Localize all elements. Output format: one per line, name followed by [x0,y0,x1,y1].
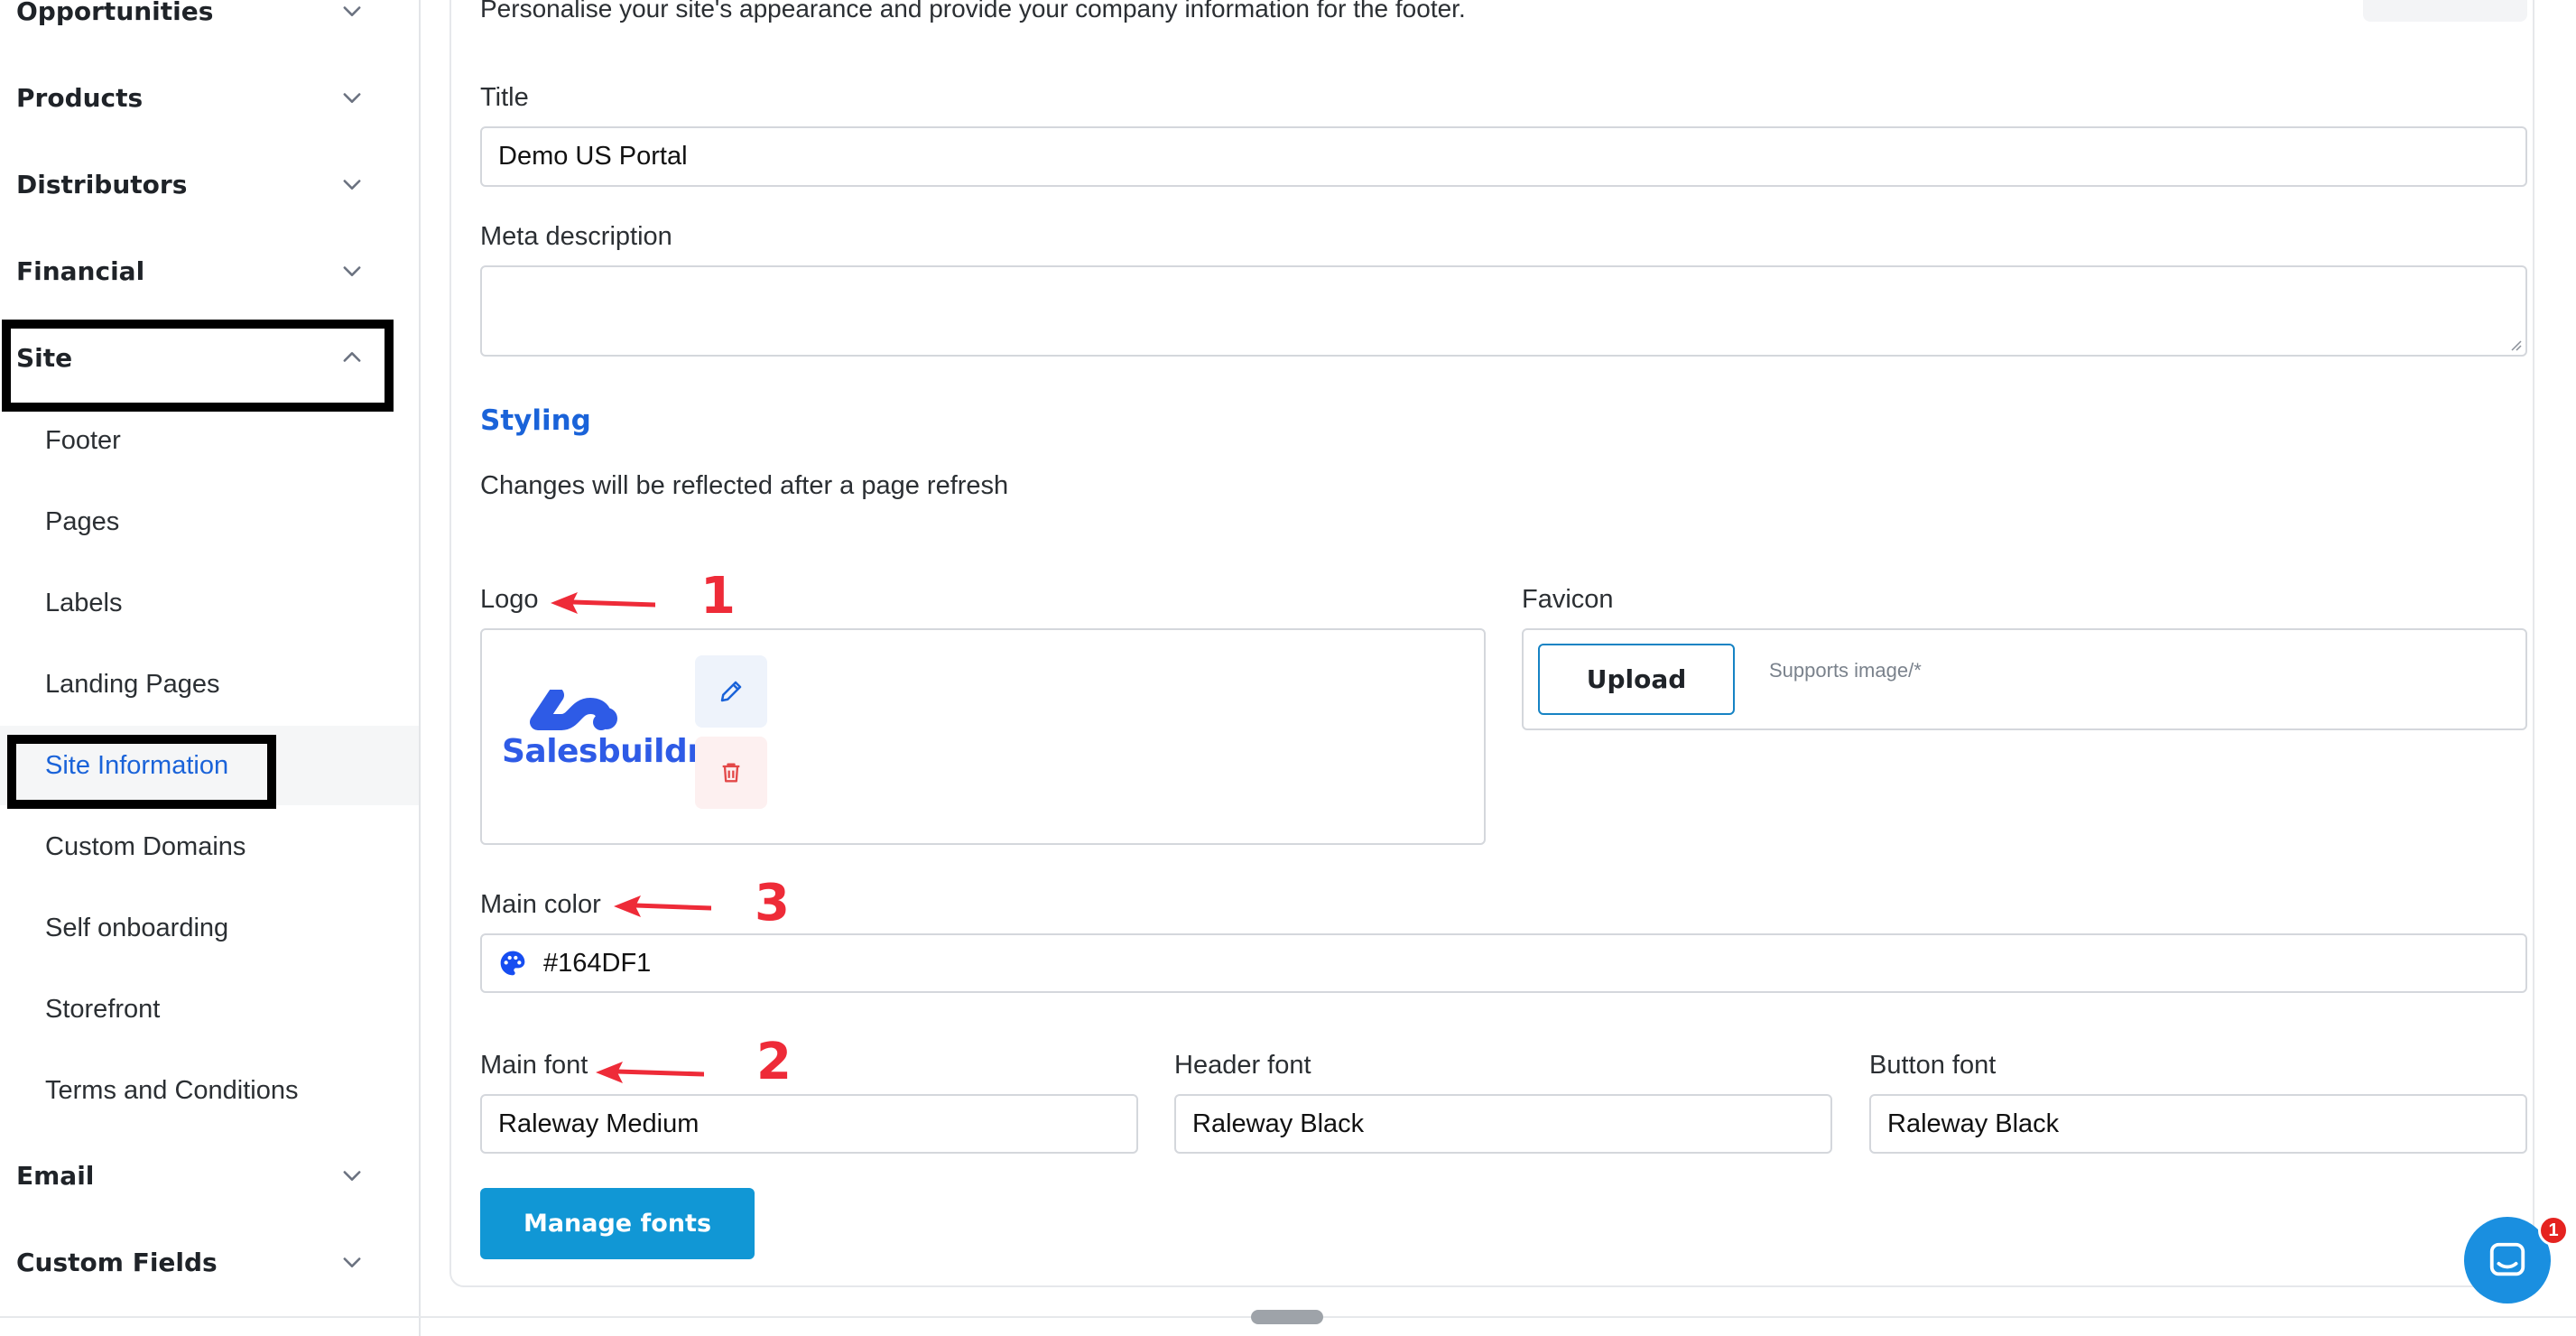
chat-notification-badge: 1 [2538,1215,2569,1246]
trash-icon [722,763,740,783]
favicon-label: Favicon [1522,585,1614,614]
meta-description-label: Meta description [480,222,672,251]
main-font-input[interactable]: Raleway Medium [480,1094,1138,1154]
sidebar-group-label: Distributors [16,169,188,199]
edit-logo-button[interactable] [695,655,767,728]
chevron-down-icon [343,6,361,16]
chevron-up-icon [343,352,361,362]
delete-logo-button[interactable] [695,737,767,809]
manage-fonts-button[interactable]: Manage fonts [480,1188,755,1259]
sidebar-group-opportunities[interactable]: Opportunities [0,0,397,40]
chevron-down-icon [343,1257,361,1267]
meta-description-input[interactable] [480,265,2527,357]
annotation-number-2: 2 [756,1033,792,1091]
title-input[interactable]: Demo US Portal [480,126,2527,187]
sidebar-group-label: Site [16,342,73,373]
annotation-arrow-icon [614,895,711,917]
sidebar-group-products[interactable]: Products [0,69,397,126]
chevron-down-icon [343,266,361,276]
main-color-value: #164DF1 [543,948,652,978]
button-font-input[interactable]: Raleway Black [1869,1094,2527,1154]
header-font-value: Raleway Black [1192,1109,1365,1138]
sidebar-item-label: Terms and Conditions [45,1075,299,1105]
main-font-value: Raleway Medium [498,1109,700,1138]
button-font-label: Button font [1869,1051,1997,1080]
annotation-number-3: 3 [755,874,790,932]
upload-favicon-button[interactable]: Upload [1538,644,1735,715]
page-intro: Personalise your site's appearance and p… [480,0,1466,23]
sidebar-item-label: Site Information [45,750,229,780]
sidebar-group-label: Financial [16,255,145,286]
main-font-label: Main font [480,1051,588,1080]
sidebar: Opportunities Products Distributors Fina… [0,0,421,1336]
sidebar-item-terms-and-conditions[interactable]: Terms and Conditions [0,1051,419,1130]
favicon-supports-text: Supports image/* [1769,659,1922,682]
sidebar-group-label: Opportunities [16,0,214,26]
chevron-down-icon [343,1171,361,1181]
logo-label: Logo [480,585,539,614]
sidebar-item-label: Self onboarding [45,913,229,942]
chat-icon [2489,1242,2525,1276]
sidebar-item-label: Landing Pages [45,669,220,699]
horizontal-scroll-handle[interactable] [1251,1310,1323,1324]
sidebar-item-landing-pages[interactable]: Landing Pages [0,645,419,724]
sidebar-item-label: Footer [45,425,121,455]
main-color-input[interactable]: #164DF1 [480,933,2527,993]
sidebar-group-site[interactable]: Site [0,329,397,386]
sidebar-item-label: Custom Domains [45,831,246,861]
sidebar-group-custom-fields[interactable]: Custom Fields [0,1233,397,1291]
sidebar-item-pages[interactable]: Pages [0,482,419,561]
palette-icon[interactable] [498,949,527,978]
sidebar-group-label: Custom Fields [16,1247,218,1277]
button-font-value: Raleway Black [1887,1109,2060,1138]
resize-handle-icon[interactable] [2507,337,2522,351]
sidebar-item-labels[interactable]: Labels [0,563,419,643]
sidebar-item-label: Storefront [45,994,161,1024]
sidebar-item-self-onboarding[interactable]: Self onboarding [0,888,419,968]
header-action-button[interactable] [2363,0,2527,22]
sidebar-group-distributors[interactable]: Distributors [0,155,397,213]
sidebar-item-label: Pages [45,506,120,536]
main-color-label: Main color [480,890,601,919]
sidebar-item-label: Labels [45,588,123,617]
chevron-down-icon [343,93,361,103]
sidebar-item-site-information[interactable]: Site Information [0,726,419,805]
title-value: Demo US Portal [498,142,688,171]
pencil-icon [720,681,742,702]
styling-note: Changes will be reflected after a page r… [480,471,1009,500]
sidebar-item-footer[interactable]: Footer [0,401,419,480]
sidebar-group-email[interactable]: Email [0,1146,397,1204]
annotation-number-1: 1 [700,567,736,626]
sidebar-group-financial[interactable]: Financial [0,242,397,300]
sidebar-item-custom-domains[interactable]: Custom Domains [0,807,419,886]
sidebar-group-label: Email [16,1160,95,1191]
title-label: Title [480,83,529,112]
annotation-arrow-icon [596,1062,704,1083]
annotation-arrow-icon [551,592,655,614]
styling-heading: Styling [480,404,591,437]
sidebar-item-storefront[interactable]: Storefront [0,970,419,1049]
chevron-down-icon [343,180,361,190]
header-font-label: Header font [1174,1051,1311,1080]
logo-brand-text: Salesbuildr [502,733,703,770]
sidebar-group-label: Products [16,82,144,113]
header-font-input[interactable]: Raleway Black [1174,1094,1832,1154]
